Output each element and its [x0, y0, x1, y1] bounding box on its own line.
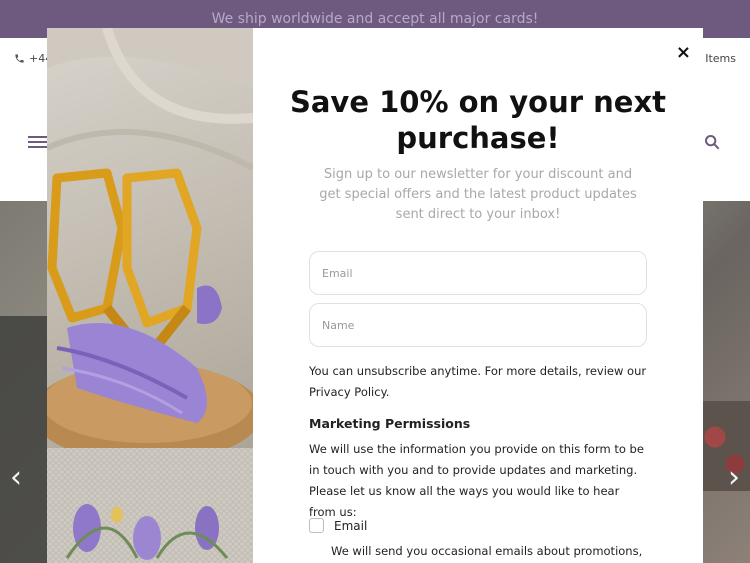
marketing-permissions-heading: Marketing Permissions	[309, 416, 471, 431]
hero-shadow	[0, 316, 48, 563]
hero-berries	[700, 401, 750, 491]
marketing-permissions-text: We will use the information you provide …	[309, 442, 644, 519]
modal-form-panel: × Save 10% on your next purchase! Sign u…	[253, 28, 703, 563]
phone-icon	[15, 54, 24, 63]
email-permission-row[interactable]: Email	[309, 518, 367, 533]
email-field[interactable]	[309, 251, 647, 295]
name-field[interactable]	[309, 303, 647, 347]
email-permission-description: We will send you occasional emails about…	[331, 544, 643, 558]
email-permission-label: Email	[334, 518, 368, 533]
scissors-tassel-illustration	[47, 28, 253, 563]
search-icon[interactable]	[704, 134, 720, 150]
email-permission-checkbox[interactable]	[309, 518, 324, 533]
announcement-text: We ship worldwide and accept all major c…	[211, 11, 539, 27]
newsletter-modal: × Save 10% on your next purchase! Sign u…	[47, 28, 703, 563]
slider-prev-button[interactable]: ‹	[10, 460, 22, 495]
modal-subtitle: Sign up to our newsletter for your disco…	[319, 167, 637, 222]
menu-icon[interactable]	[28, 136, 48, 148]
modal-title: Save 10% on your next purchase!	[289, 85, 667, 155]
close-icon[interactable]: ×	[676, 42, 691, 63]
unsubscribe-notice: You can unsubscribe anytime. For more de…	[309, 364, 647, 399]
modal-product-photo	[47, 28, 253, 563]
slider-next-button[interactable]: ›	[728, 460, 740, 495]
